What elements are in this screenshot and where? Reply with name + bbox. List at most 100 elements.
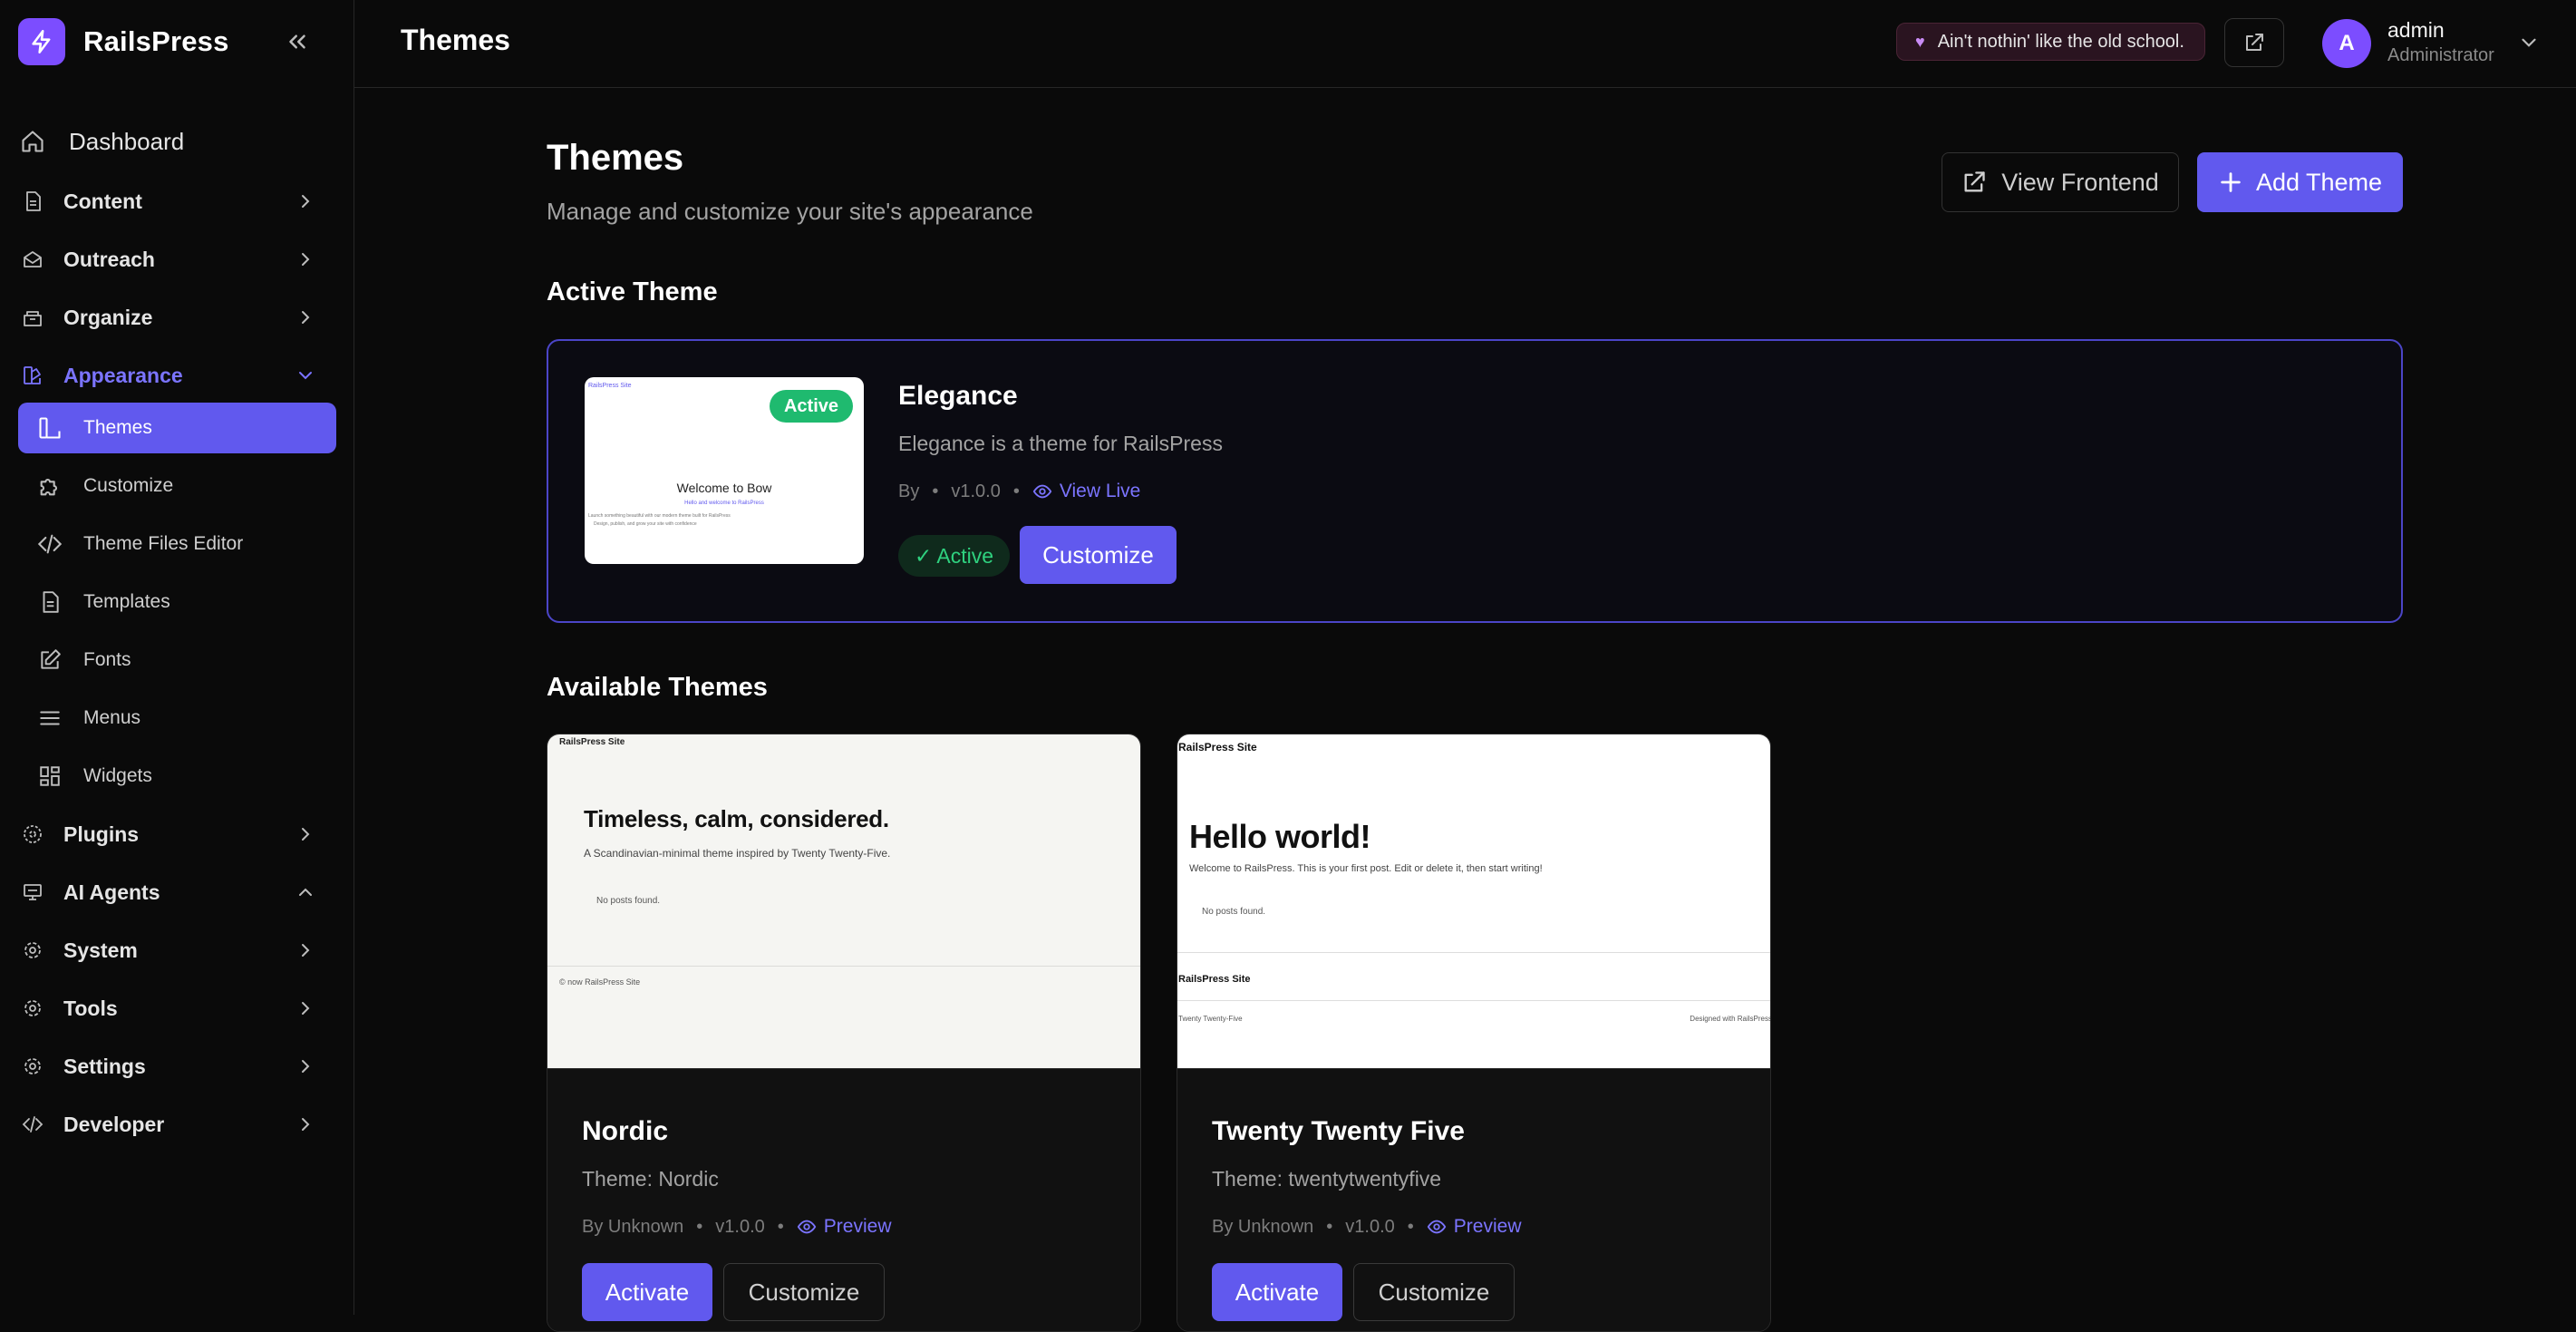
active-theme-name: Elegance: [898, 381, 1018, 411]
sidebar-item-plugins[interactable]: Plugins: [18, 809, 336, 860]
chevron-down-icon[interactable]: [2517, 31, 2541, 54]
active-theme-meta: By • v1.0.0 • View Live: [898, 481, 1140, 502]
home-icon: [20, 129, 45, 154]
open-site-button[interactable]: [2224, 18, 2284, 67]
sidebar-subitem-templates[interactable]: Templates: [18, 577, 336, 627]
sidebar-item-outreach[interactable]: Outreach: [18, 234, 336, 285]
menu-icon: [36, 705, 63, 732]
view-live-link[interactable]: View Live: [1032, 481, 1141, 502]
sidebar-item-developer[interactable]: Developer: [18, 1099, 336, 1150]
theme-version: v1.0.0: [951, 481, 1001, 501]
sidebar-item-appearance[interactable]: Appearance: [18, 350, 336, 401]
gear-icon: [20, 1054, 45, 1079]
external-link-icon: [2246, 34, 2263, 51]
brand-name: RailsPress: [83, 25, 229, 57]
code-icon: [20, 1112, 45, 1137]
quote-text: Ain't nothin' like the old school.: [1937, 31, 2184, 52]
view-live-label: View Live: [1059, 481, 1141, 501]
code-icon: [36, 530, 63, 558]
collapse-sidebar-icon[interactable]: [281, 25, 314, 58]
grid-icon: [36, 763, 63, 790]
thumb-footer: © now RailsPress Site: [559, 977, 641, 987]
sidebar-subitem-widgets[interactable]: Widgets: [18, 751, 336, 802]
theme-author: By: [898, 481, 920, 501]
theme-name: Nordic: [582, 1116, 669, 1146]
preview-label: Preview: [1453, 1216, 1522, 1237]
view-frontend-button[interactable]: View Frontend: [1942, 152, 2179, 212]
plus-icon: [2221, 172, 2241, 192]
archive-icon: [20, 305, 45, 330]
sidebar-item-ai-agents[interactable]: AI Agents: [18, 867, 336, 918]
theme-card-twentytwentyfive: RailsPress Site Hello world! Welcome to …: [1177, 734, 1771, 1332]
theme-thumbnail-nordic[interactable]: RailsPress Site Timeless, calm, consider…: [547, 734, 1140, 1068]
active-theme-thumbnail[interactable]: RailsPress Site Active Welcome to Bow He…: [585, 377, 864, 564]
active-theme-heading: Active Theme: [547, 277, 718, 306]
chevron-up-icon: [299, 888, 312, 896]
sidebar-subitem-label: Themes: [83, 417, 152, 438]
theme-card-body: Nordic Theme: Nordic By Unknown • v1.0.0…: [547, 1068, 1140, 1331]
preview-link[interactable]: Preview: [797, 1216, 892, 1238]
sidebar-item-label: Organize: [63, 305, 153, 329]
puzzle-icon: [36, 472, 63, 500]
meta-separator: •: [696, 1216, 703, 1237]
theme-meta: By Unknown • v1.0.0 • Preview: [1212, 1216, 1522, 1238]
thumb-link: Hello and welcome to RailsPress: [684, 501, 764, 506]
sidebar-item-system[interactable]: System: [18, 925, 336, 976]
brand[interactable]: RailsPress: [18, 18, 229, 65]
theme-author: By Unknown: [1212, 1216, 1314, 1237]
customize-button[interactable]: Customize: [1353, 1263, 1515, 1321]
edit-icon: [36, 647, 63, 674]
thumb-tagline: A Scandinavian-minimal theme inspired by…: [584, 847, 891, 860]
thumb-line: Launch something beautiful with our mode…: [588, 513, 731, 519]
top-bar: Themes ♥ Ain't nothin' like the old scho…: [354, 0, 2576, 88]
sidebar-subitem-label: Widgets: [83, 765, 152, 786]
meta-separator: •: [1326, 1216, 1333, 1237]
preview-link[interactable]: Preview: [1427, 1216, 1522, 1238]
preview-label: Preview: [823, 1216, 892, 1237]
sidebar-subitem-menus[interactable]: Menus: [18, 693, 336, 744]
sidebar-subitem-label: Fonts: [83, 649, 131, 670]
activate-button[interactable]: Activate: [1212, 1263, 1342, 1321]
theme-card-body: Twenty Twenty Five Theme: twentytwentyfi…: [1177, 1068, 1770, 1331]
sidebar-item-settings[interactable]: Settings: [18, 1041, 336, 1092]
sidebar-subitem-themes[interactable]: Themes: [18, 403, 336, 453]
sidebar-subitem-theme-files-editor[interactable]: Theme Files Editor: [18, 519, 336, 569]
chevron-right-icon: [302, 311, 310, 324]
thumb-footer-left: Twenty Twenty-Five: [1178, 1015, 1243, 1023]
sidebar-item-organize[interactable]: Organize: [18, 292, 336, 343]
theme-thumbnail-twentytwentyfive[interactable]: RailsPress Site Hello world! Welcome to …: [1177, 734, 1770, 1068]
monitor-icon: [20, 880, 45, 905]
document-icon: [36, 588, 63, 616]
theme-version: v1.0.0: [715, 1216, 765, 1237]
sidebar-subitem-customize[interactable]: Customize: [18, 461, 336, 511]
sidebar-item-label: Developer: [63, 1112, 165, 1136]
thumb-site: RailsPress Site: [1178, 741, 1257, 754]
add-theme-button[interactable]: Add Theme: [2197, 152, 2403, 212]
heart-icon: ♥: [1915, 32, 1925, 51]
sidebar-subitem-label: Templates: [83, 591, 170, 612]
thumb-tagline: Welcome to RailsPress. This is your firs…: [1189, 863, 1543, 874]
sidebar-item-content[interactable]: Content: [18, 176, 336, 227]
gear-icon: [20, 938, 45, 963]
customize-active-button[interactable]: Customize: [1020, 526, 1177, 584]
sidebar-subitem-label: Customize: [83, 475, 174, 496]
lightning-icon: [18, 18, 65, 65]
plugin-icon: [20, 822, 45, 847]
user-name[interactable]: admin: [2387, 18, 2445, 43]
activate-button[interactable]: Activate: [582, 1263, 712, 1321]
chevron-right-icon: [302, 1002, 310, 1015]
avatar[interactable]: A: [2322, 19, 2371, 68]
active-theme-card: RailsPress Site Active Welcome to Bow He…: [547, 339, 2403, 623]
sidebar-item-tools[interactable]: Tools: [18, 983, 336, 1034]
sidebar-item-label: Plugins: [63, 822, 140, 846]
sidebar-subitem-fonts[interactable]: Fonts: [18, 635, 336, 685]
quote-badge: ♥ Ain't nothin' like the old school.: [1896, 23, 2205, 61]
thumb-footer-site: RailsPress Site: [1178, 974, 1251, 985]
sidebar-item-label: Outreach: [63, 247, 155, 271]
chevron-right-icon: [302, 828, 310, 841]
thumb-divider: [1177, 952, 1770, 953]
customize-button[interactable]: Customize: [723, 1263, 885, 1321]
external-link-icon: [1964, 171, 1985, 192]
sidebar-item-dashboard[interactable]: Dashboard: [18, 116, 336, 167]
file-icon: [20, 189, 45, 214]
